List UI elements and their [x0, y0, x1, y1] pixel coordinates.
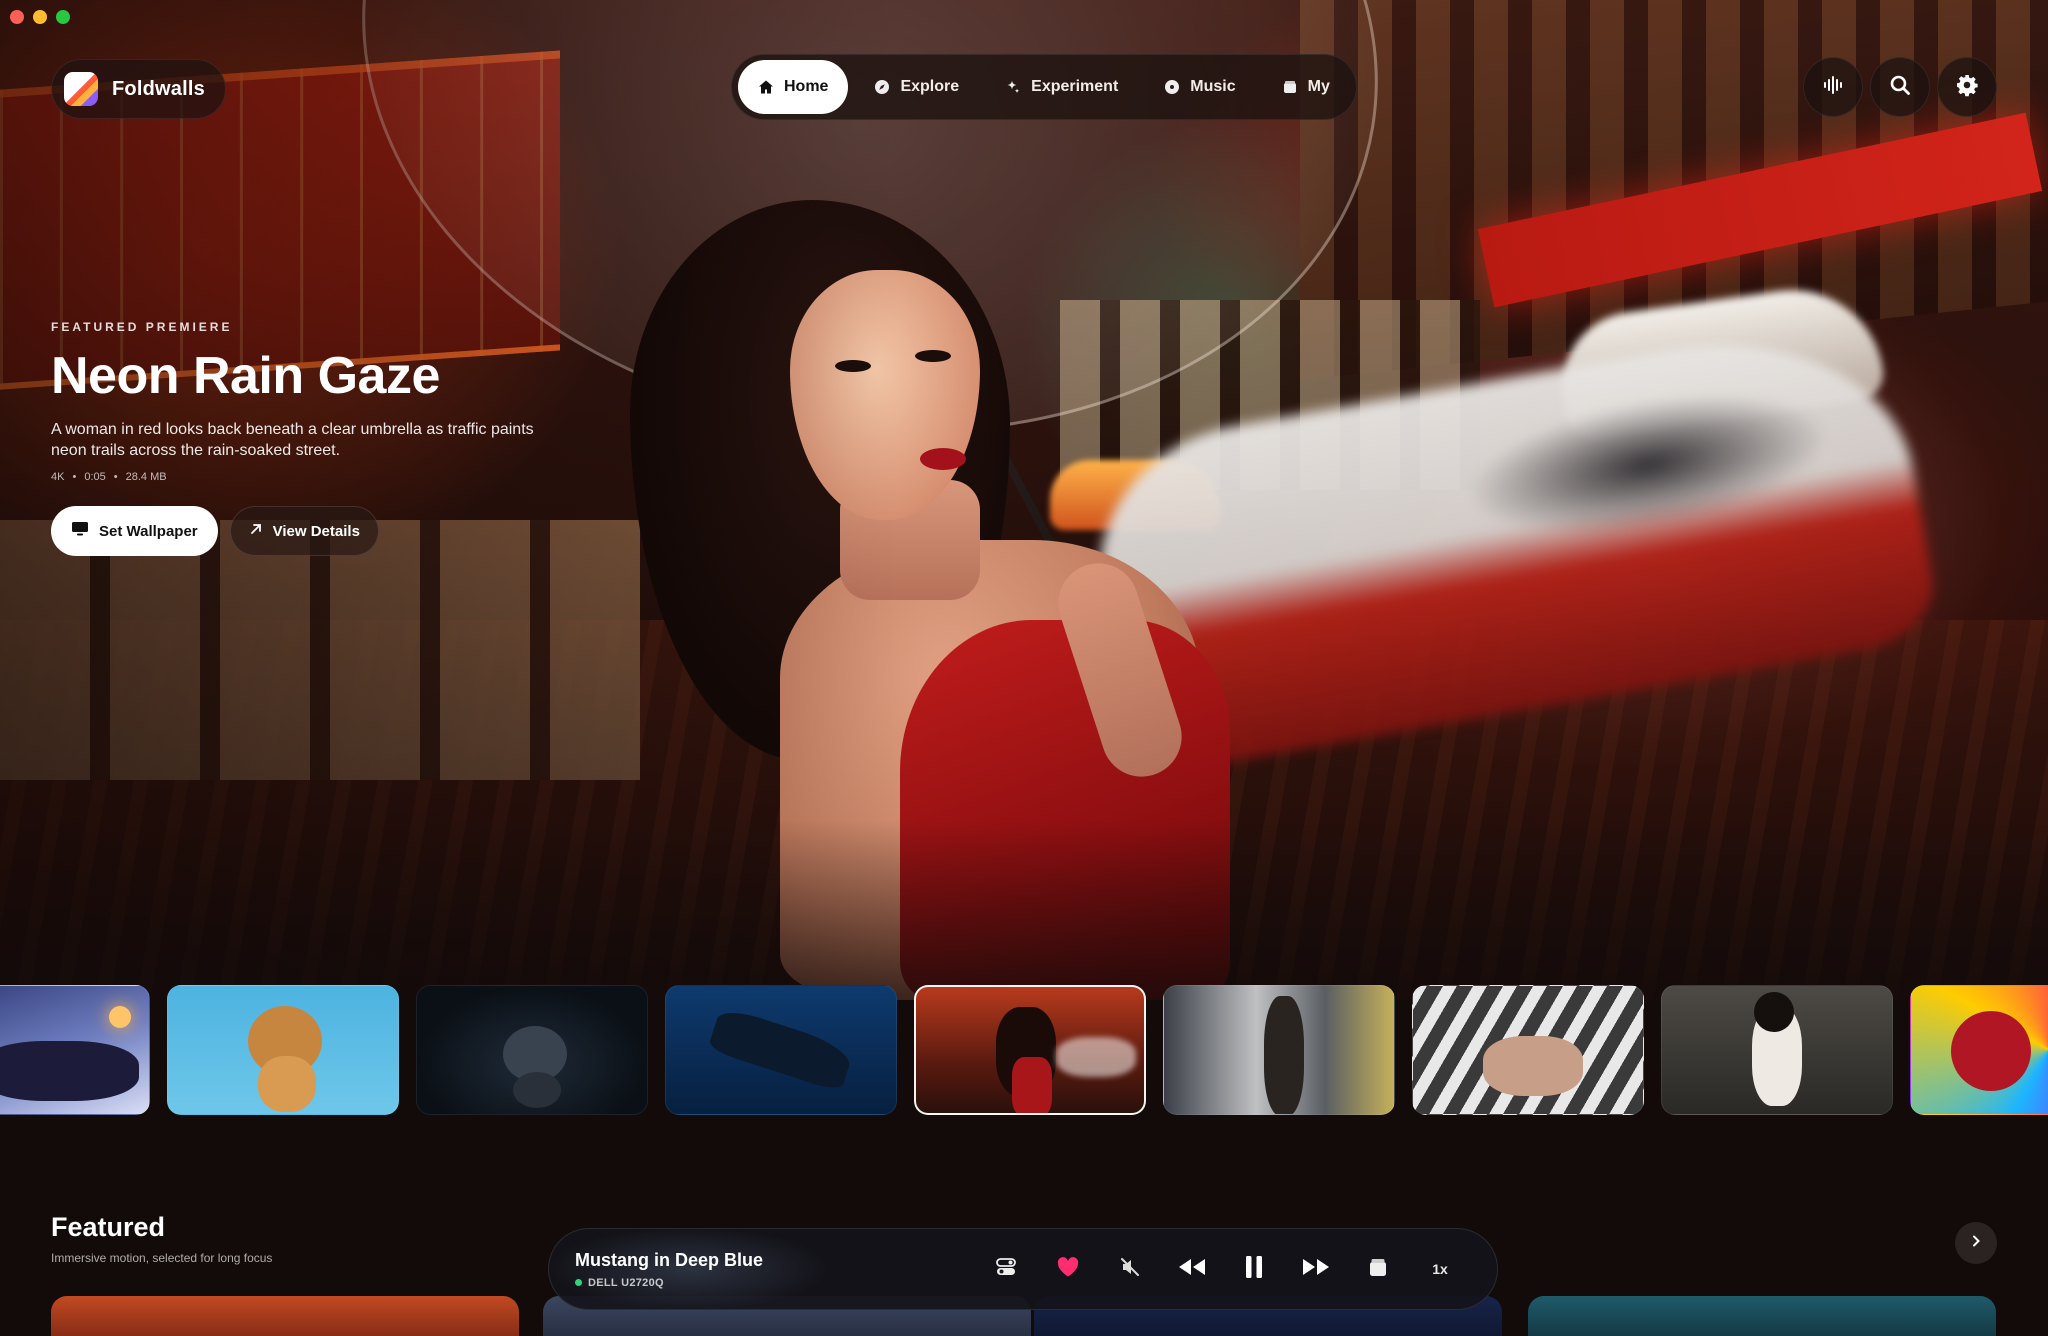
featured-section-header: Featured Immersive motion, selected for …: [51, 1212, 272, 1265]
settings-button[interactable]: [1937, 57, 1997, 117]
playback-speed-button[interactable]: 1x: [1409, 1244, 1471, 1294]
nav-item-label: Music: [1190, 78, 1236, 95]
featured-card[interactable]: [1528, 1296, 1996, 1336]
featured-title: Featured: [51, 1212, 166, 1242]
wallpaper-carousel: [0, 985, 2048, 1115]
player-track-title: Mustang in Deep Blue: [575, 1249, 764, 1270]
nav-item-label: Experiment: [1031, 78, 1119, 95]
arrow-up-right-icon: [249, 522, 263, 540]
window-controls: [10, 10, 70, 24]
hero-meta: 4K • 0:05 • 28.4 MB: [51, 471, 571, 483]
featured-next-button[interactable]: [1955, 1222, 1997, 1264]
audio-visualizer-button[interactable]: [1803, 57, 1863, 117]
main-nav: Home Explore Experiment Music My: [731, 54, 1357, 120]
pause-icon: [1243, 1254, 1265, 1285]
view-details-label: View Details: [272, 522, 360, 540]
nav-item-explore[interactable]: Explore: [854, 60, 979, 114]
hero-wallpaper-preview: [0, 0, 2048, 1000]
view-details-button[interactable]: View Details: [229, 506, 379, 556]
thumbnail-card[interactable]: [1910, 985, 2048, 1115]
home-icon: [758, 79, 774, 95]
zoom-window-button[interactable]: [56, 10, 70, 24]
nav-item-experiment[interactable]: Experiment: [985, 60, 1138, 114]
audio-waveform-icon: [1822, 74, 1844, 101]
minimize-window-button[interactable]: [33, 10, 47, 24]
hero-actions: Set Wallpaper View Details: [51, 506, 379, 556]
hero-bottom-scrim: [0, 820, 2048, 1000]
hero-duration: 0:05: [84, 471, 106, 484]
folder-icon: [1282, 79, 1298, 95]
toggle-button[interactable]: [975, 1244, 1037, 1294]
hero-resolution: 4K: [51, 471, 65, 484]
compass-icon: [874, 79, 890, 95]
chevron-right-icon: [1969, 1234, 1983, 1253]
mute-icon: [1119, 1256, 1141, 1283]
nav-item-label: My: [1307, 78, 1330, 95]
close-window-button[interactable]: [10, 10, 24, 24]
player-info[interactable]: Mustang in Deep Blue DELL U2720Q: [575, 1250, 975, 1289]
set-wallpaper-label: Set Wallpaper: [99, 522, 198, 540]
fast-forward-icon: [1301, 1257, 1331, 1282]
rewind-button[interactable]: [1161, 1244, 1223, 1294]
thumbnail-card-active[interactable]: [914, 985, 1146, 1115]
nav-item-home[interactable]: Home: [738, 60, 849, 114]
mute-button[interactable]: [1099, 1244, 1161, 1294]
hero-lips: [920, 448, 966, 470]
app-logo-icon: [64, 72, 98, 106]
heart-icon: [1056, 1256, 1080, 1283]
brand[interactable]: Foldwalls: [51, 59, 226, 119]
thumbnail-card[interactable]: [1661, 985, 1893, 1115]
music-disc-icon: [1164, 79, 1180, 95]
folder-icon: [1367, 1256, 1389, 1283]
search-button[interactable]: [1870, 57, 1930, 117]
library-button[interactable]: [1347, 1244, 1409, 1294]
thumbnail-card[interactable]: [665, 985, 897, 1115]
fast-forward-button[interactable]: [1285, 1244, 1347, 1294]
nav-item-label: Explore: [900, 78, 960, 95]
playback-speed: 1x: [1432, 1261, 1448, 1277]
like-button[interactable]: [1037, 1244, 1099, 1294]
thumbnail-card[interactable]: [0, 985, 150, 1115]
hero-info: FEATURED PREMIERE Neon Rain Gaze A woman…: [51, 320, 571, 483]
gear-icon: [1955, 73, 1979, 102]
player-device-name: DELL U2720Q: [588, 1276, 664, 1289]
sparkle-icon: [1005, 79, 1021, 95]
set-wallpaper-button[interactable]: Set Wallpaper: [51, 506, 218, 556]
hero-description: A woman in red looks back beneath a clea…: [51, 421, 534, 460]
thumbnail-card[interactable]: [1412, 985, 1644, 1115]
mini-player: Mustang in Deep Blue DELL U2720Q 1x: [548, 1228, 1498, 1310]
thumbnail-card[interactable]: [167, 985, 399, 1115]
player-controls: 1x: [975, 1244, 1471, 1294]
search-icon: [1889, 74, 1911, 101]
device-online-indicator: [575, 1279, 582, 1286]
featured-subtitle: Immersive motion, selected for long focu…: [51, 1251, 273, 1265]
pause-button[interactable]: [1223, 1244, 1285, 1294]
meta-separator: •: [72, 471, 77, 484]
monitor-icon: [71, 521, 89, 541]
rewind-icon: [1177, 1257, 1207, 1282]
hero-eyebrow: FEATURED PREMIERE: [51, 320, 233, 334]
app-name: Foldwalls: [112, 77, 205, 100]
thumbnail-card[interactable]: [1163, 985, 1395, 1115]
thumbnail-card[interactable]: [416, 985, 648, 1115]
hero-file-size: 28.4 MB: [125, 471, 167, 484]
featured-card[interactable]: [51, 1296, 519, 1336]
nav-item-music[interactable]: Music: [1144, 60, 1255, 114]
hero-title: Neon Rain Gaze: [51, 347, 440, 405]
nav-item-label: Home: [784, 78, 829, 95]
toggle-icon: [995, 1256, 1017, 1283]
hero-eye: [915, 350, 951, 362]
player-device: DELL U2720Q: [575, 1277, 975, 1289]
nav-item-my[interactable]: My: [1262, 60, 1350, 114]
meta-separator: •: [113, 471, 118, 484]
